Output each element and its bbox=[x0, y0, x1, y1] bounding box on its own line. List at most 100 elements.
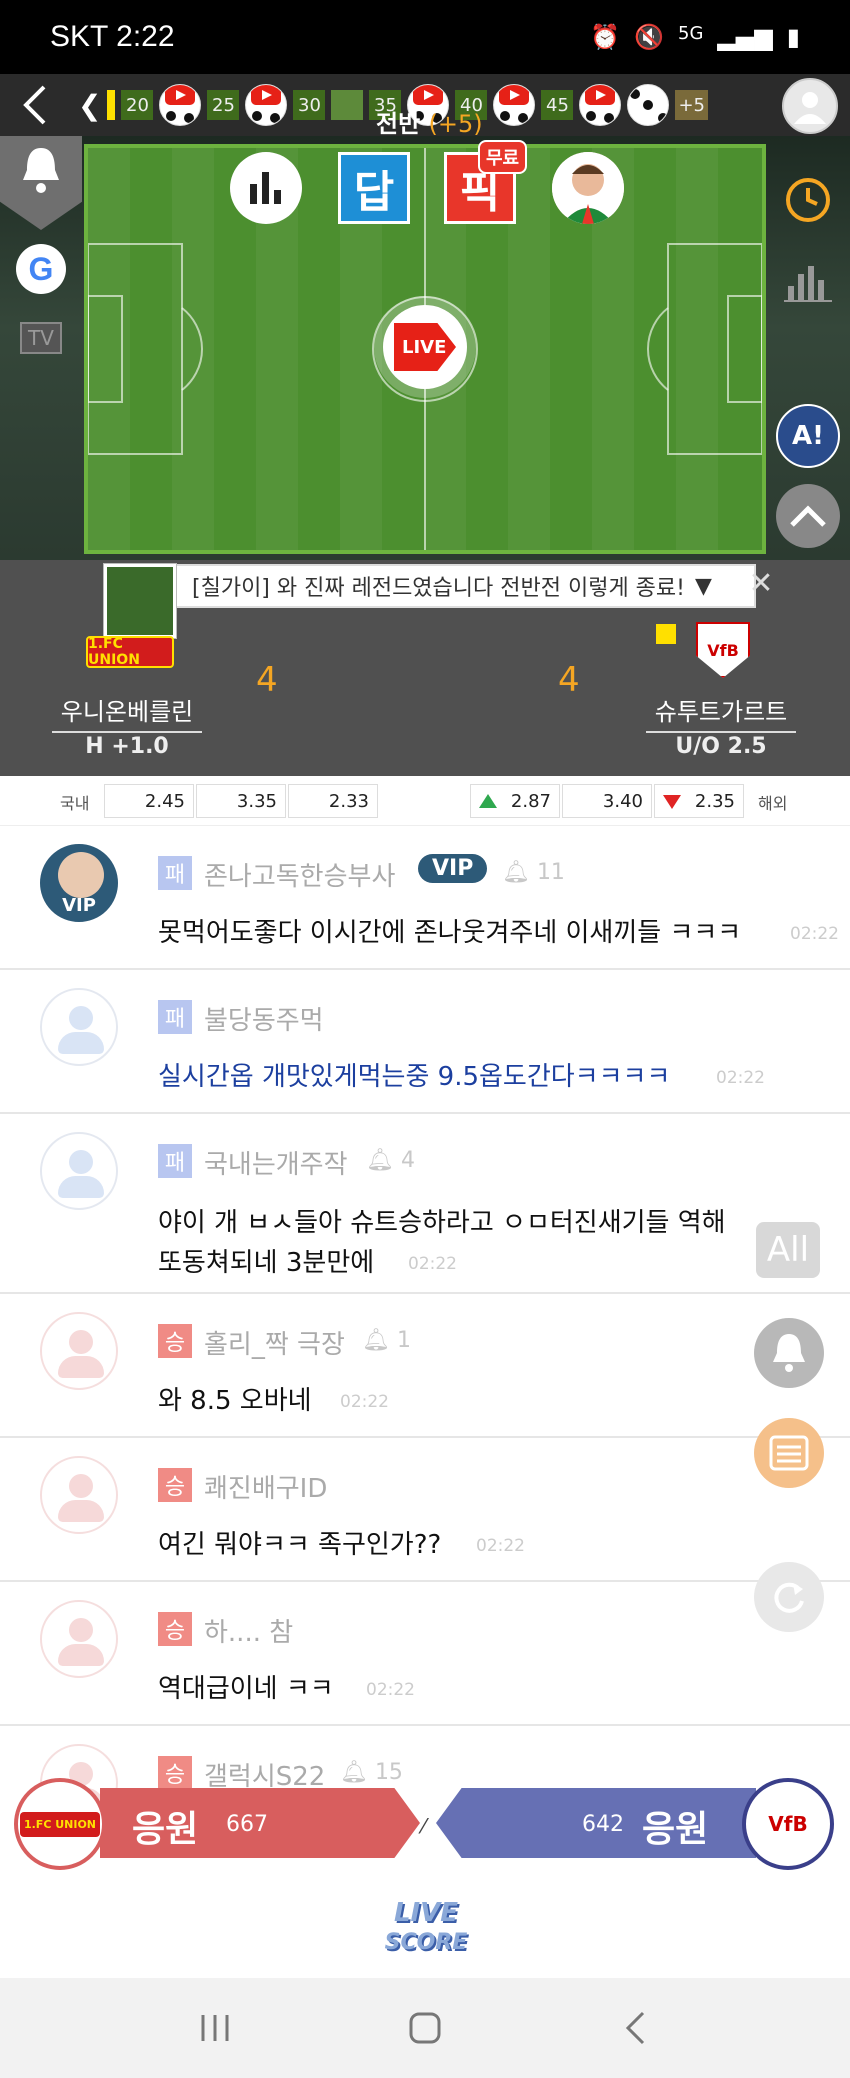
away-logo-text: VfB bbox=[768, 1812, 808, 1836]
match-period: 전반 (+5) bbox=[376, 104, 483, 139]
ai-label: A! bbox=[792, 421, 824, 451]
user-avatar[interactable] bbox=[40, 1312, 118, 1390]
chat-nickname[interactable]: 국내는개주작 bbox=[204, 1144, 348, 1181]
chat-nickname[interactable]: 쾌진배구ID bbox=[204, 1468, 327, 1505]
bell-icon bbox=[773, 1334, 805, 1372]
chat-text: 역대급이네 ㅋㅋ bbox=[158, 1674, 334, 1704]
clock-button[interactable] bbox=[776, 168, 840, 232]
headline-thumbnail[interactable] bbox=[104, 564, 176, 638]
home-team-name[interactable]: 우니온베를린 bbox=[52, 692, 202, 733]
filter-all-button[interactable]: All bbox=[756, 1222, 820, 1278]
away-team-name[interactable]: 슈투트가르트 bbox=[646, 692, 796, 733]
support-bar: 응원 667 ⁄ 642 응원 1.FC UNION VfB bbox=[0, 1778, 850, 1870]
chat-timestamp: 02:22 bbox=[716, 1068, 765, 1088]
answer-button[interactable]: 답 bbox=[338, 152, 410, 224]
stats-chart-button[interactable] bbox=[776, 250, 840, 314]
user-avatar[interactable] bbox=[40, 1132, 118, 1210]
system-back-button[interactable] bbox=[595, 1998, 675, 2058]
away-support-label: 응원 bbox=[642, 1809, 709, 1850]
refresh-button[interactable] bbox=[754, 1562, 824, 1632]
home-support-logo[interactable]: 1.FC UNION bbox=[14, 1778, 106, 1870]
tv-button[interactable]: TV bbox=[20, 322, 62, 354]
logo-line2: SCORE bbox=[384, 1930, 468, 1955]
timeline-marker bbox=[107, 90, 116, 120]
chat-text-line2: 또동쳐되네 3분만에 bbox=[158, 1248, 375, 1278]
live-play-button[interactable]: LIVE bbox=[374, 296, 476, 398]
chat-nickname[interactable]: 홀리_짝 극장 bbox=[204, 1324, 345, 1361]
away-handicap: U/O 2.5 bbox=[675, 734, 767, 759]
overseas-odds-draw[interactable]: 3.40 bbox=[562, 784, 652, 818]
left-tool-rail: G TV bbox=[0, 136, 84, 560]
goal-video-icon[interactable] bbox=[493, 84, 536, 126]
chat-likes[interactable]: 🔔︎ 11 bbox=[502, 860, 565, 885]
chat-timestamp: 02:22 bbox=[340, 1392, 389, 1412]
tipster-avatar[interactable] bbox=[552, 152, 624, 224]
collapse-up-button[interactable] bbox=[776, 484, 840, 548]
tv-label: TV bbox=[28, 326, 54, 350]
chat-message[interactable]: 승 홀리_짝 극장 🔔︎ 1 와 8.5 오바네 02:22 bbox=[0, 1294, 850, 1438]
notification-bell-button[interactable] bbox=[0, 136, 82, 230]
back-button[interactable] bbox=[0, 74, 70, 136]
stats-button[interactable] bbox=[230, 152, 302, 224]
chat-nickname[interactable]: 하.... 참 bbox=[204, 1612, 293, 1649]
home-support-label: 응원 bbox=[132, 1809, 199, 1850]
result-badge: 패 bbox=[158, 1000, 192, 1034]
alarm-bell-button[interactable] bbox=[754, 1318, 824, 1388]
vip-avatar[interactable]: VIP bbox=[40, 844, 118, 922]
chat-message[interactable]: 승 하.... 참 역대급이네 ㅋㅋ 02:22 bbox=[0, 1582, 850, 1726]
ai-button[interactable]: A! bbox=[776, 404, 840, 468]
user-avatar[interactable] bbox=[40, 988, 118, 1066]
chat-message[interactable]: 승 쾌진배구ID 여긴 뭐야ㅋㅋ 족구인가?? 02:22 bbox=[0, 1438, 850, 1582]
overseas-odds-away[interactable]: 2.35 bbox=[654, 784, 744, 818]
soccer-ball-icon[interactable] bbox=[627, 84, 670, 126]
home-team-logo[interactable]: 1.FC UNION bbox=[86, 636, 174, 668]
user-avatar[interactable] bbox=[40, 1456, 118, 1534]
chat-nickname[interactable]: 불당동주먹 bbox=[204, 1000, 324, 1037]
google-icon: G bbox=[28, 250, 54, 287]
away-support-logo[interactable]: VfB bbox=[742, 1778, 834, 1870]
pitch-graphic: LIVE bbox=[84, 144, 766, 554]
timeline-more[interactable]: +5 bbox=[675, 90, 709, 120]
result-badge: 승 bbox=[158, 1468, 192, 1502]
home-button[interactable] bbox=[385, 1998, 465, 2058]
bell-icon: 🔔︎ bbox=[502, 860, 530, 885]
recent-apps-button[interactable] bbox=[175, 1998, 255, 2058]
chat-likes[interactable]: 🔔︎ 4 bbox=[366, 1148, 415, 1173]
status-time: SKT 2:22 bbox=[50, 20, 175, 53]
right-tool-rail: A! bbox=[766, 136, 850, 560]
chat-menu-button[interactable] bbox=[754, 1418, 824, 1488]
overseas-odds-home[interactable]: 2.87 bbox=[470, 784, 560, 818]
timeline-empty-slot bbox=[331, 90, 364, 120]
result-badge: 패 bbox=[158, 1144, 192, 1178]
user-avatar[interactable] bbox=[40, 1600, 118, 1678]
goal-video-icon[interactable] bbox=[579, 84, 622, 126]
dropdown-caret-icon[interactable]: ▼ bbox=[695, 574, 712, 599]
google-search-button[interactable]: G bbox=[16, 244, 66, 294]
goal-video-icon[interactable] bbox=[245, 84, 288, 126]
chat-timestamp: 02:22 bbox=[366, 1680, 415, 1700]
chat-likes[interactable]: 🔔︎ 1 bbox=[362, 1328, 411, 1353]
goal-video-icon[interactable] bbox=[159, 84, 202, 126]
domestic-odds-draw[interactable]: 3.35 bbox=[196, 784, 286, 818]
battery-icon: ▮ bbox=[786, 23, 800, 51]
user-avatar-icon[interactable] bbox=[782, 78, 838, 134]
result-badge: 승 bbox=[158, 1612, 192, 1646]
close-icon[interactable]: ✕ bbox=[744, 566, 778, 601]
chat-nickname[interactable]: 존나고독한승부사 bbox=[204, 856, 395, 893]
recent-apps-icon bbox=[201, 2015, 229, 2041]
headline-ticker[interactable]: [칠가이] 와 진짜 레전드였습니다 전반전 이렇게 종료! ▼ bbox=[104, 564, 756, 638]
system-nav-bar bbox=[0, 1978, 850, 2078]
chat-message[interactable]: VIP 패 존나고독한승부사 VIP 🔔︎ 11 못먹어도좋다 이시간에 존나웃… bbox=[0, 826, 850, 970]
timeline-minute: 45 bbox=[541, 90, 574, 120]
home-score: 4 bbox=[256, 660, 278, 700]
home-support-count: 667 bbox=[226, 1812, 268, 1837]
timeline-scroll-left-icon[interactable]: ❮ bbox=[78, 89, 101, 122]
chat-message[interactable]: 패 국내는개주작 🔔︎ 4 야이 개 ㅂㅅ들아 슈트승하라고 ㅇㅁ터진새기들 역… bbox=[0, 1114, 850, 1294]
domestic-odds-home[interactable]: 2.45 bbox=[104, 784, 194, 818]
avatar-vip-label: VIP bbox=[62, 895, 96, 916]
chat-text: 와 8.5 오바네 bbox=[158, 1386, 312, 1416]
domestic-odds-away[interactable]: 2.33 bbox=[288, 784, 378, 818]
network-label: 5G bbox=[678, 23, 704, 44]
live-pitch-view: LIVE G TV A! bbox=[0, 136, 850, 560]
chat-message[interactable]: 패 불당동주먹 실시간옵 개맛있게먹는중 9.5옵도간다ㅋㅋㅋㅋ 02:22 bbox=[0, 970, 850, 1114]
